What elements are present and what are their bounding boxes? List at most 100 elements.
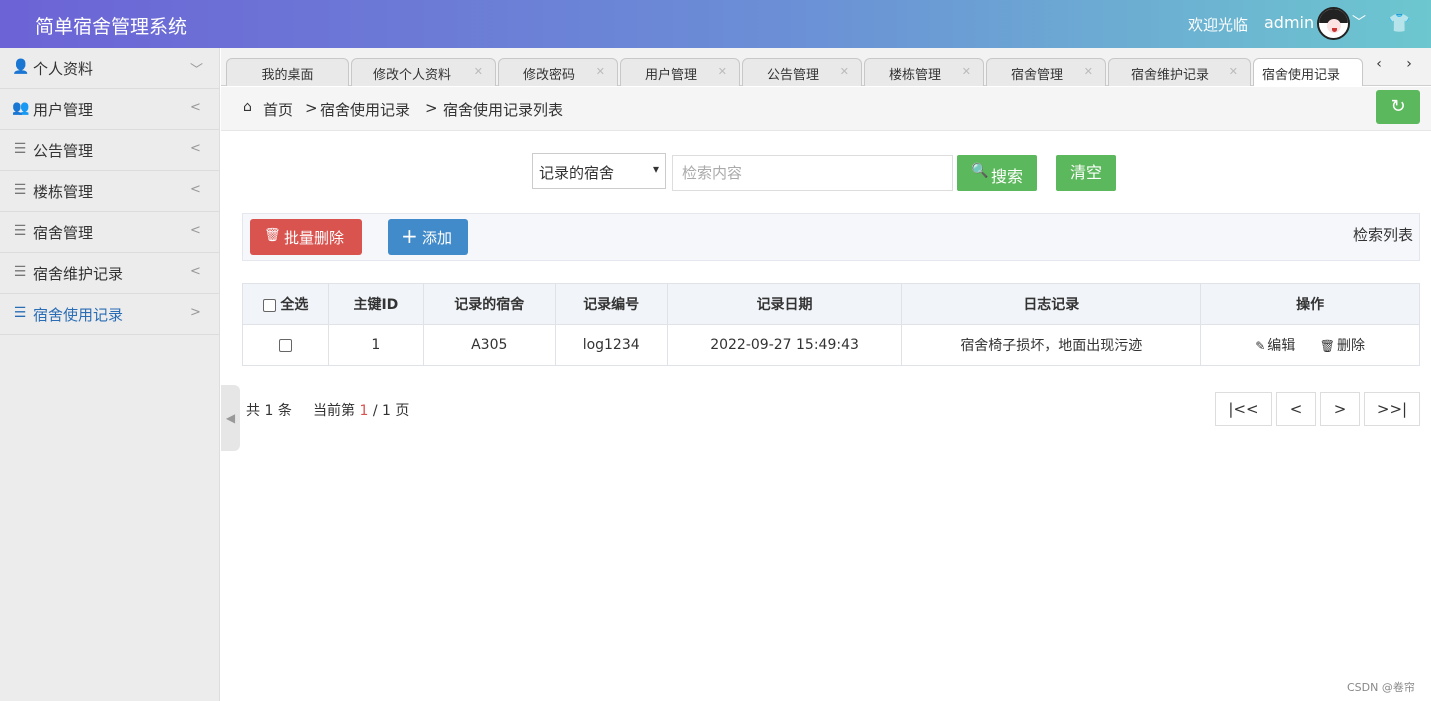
- sidebar-item-label: 宿舍管理: [33, 224, 94, 242]
- select-value: 记录的宿舍: [539, 164, 615, 182]
- app-title: 简单宿舍管理系统: [35, 16, 188, 38]
- close-icon[interactable]: ✕: [1229, 65, 1238, 78]
- cell-id: 1: [327, 324, 424, 366]
- chevron-right-icon: >: [190, 305, 201, 320]
- row-checkbox[interactable]: [278, 338, 292, 352]
- select-all-header[interactable]: 全选: [242, 283, 329, 325]
- chevron-left-icon: <: [190, 182, 201, 197]
- tab-change-password[interactable]: 修改密码 ✕: [498, 58, 618, 86]
- tab-label: 修改个人资料: [372, 68, 451, 83]
- select-all-label: 全选: [280, 297, 309, 313]
- sidebar-item-dorms[interactable]: ☰ 宿舍管理 <: [0, 212, 219, 253]
- current-page: 1: [359, 403, 369, 419]
- tab-user-management[interactable]: 用户管理 ✕: [620, 58, 740, 86]
- avatar[interactable]: [1317, 7, 1350, 40]
- tab-label: 宿舍维护记录: [1130, 68, 1209, 83]
- home-icon: ⌂: [243, 99, 252, 115]
- cell-dorm: A305: [422, 324, 556, 366]
- list-icon: ☰: [13, 223, 27, 239]
- close-icon[interactable]: ✕: [840, 65, 849, 78]
- breadcrumb-item[interactable]: 宿舍使用记录: [320, 99, 410, 120]
- tab-label: 修改密码: [522, 68, 575, 83]
- trash-icon: 🗑: [1319, 339, 1335, 353]
- tab-building-management[interactable]: 楼栋管理 ✕: [864, 58, 984, 86]
- sidebar-item-profile[interactable]: 👤 个人资料 ﹀: [0, 48, 219, 89]
- theme-shirt-icon[interactable]: 👕: [1388, 13, 1410, 34]
- edit-button[interactable]: ✎ 编辑: [1255, 338, 1295, 354]
- page-total: 共 1 条: [246, 400, 292, 420]
- sidebar-item-label: 用户管理: [33, 101, 94, 119]
- tab-scroll-right-icon[interactable]: ›: [1396, 56, 1422, 78]
- tab-label: 我的桌面: [261, 68, 314, 83]
- username[interactable]: admin: [1264, 13, 1314, 32]
- table-header-row: 全选 主键ID 记录的宿舍 记录编号 记录日期 日志记录 操作: [242, 283, 1420, 325]
- tab-edit-profile[interactable]: 修改个人资料 ✕: [351, 58, 496, 86]
- last-page-button[interactable]: >>|: [1364, 392, 1420, 426]
- chevron-down-icon[interactable]: ﹀: [1352, 12, 1366, 32]
- list-toolbar: 🗑 批量删除 + 添加 检索列表: [242, 213, 1420, 261]
- first-page-button[interactable]: |<<: [1215, 392, 1272, 426]
- top-header: 简单宿舍管理系统 欢迎光临 admin ﹀ 👕: [0, 0, 1431, 48]
- tab-scroll-left-icon[interactable]: ‹: [1366, 56, 1392, 78]
- add-button[interactable]: + 添加: [388, 219, 468, 255]
- search-field-select[interactable]: 记录的宿舍 ▾: [532, 153, 666, 189]
- column-header: 记录编号: [554, 283, 668, 325]
- tab-dorm-management[interactable]: 宿舍管理 ✕: [986, 58, 1106, 86]
- sidebar-item-label: 公告管理: [33, 142, 94, 160]
- column-header: 主键ID: [327, 283, 424, 325]
- close-icon[interactable]: ✕: [474, 65, 483, 78]
- tab-usage-records[interactable]: 宿舍使用记录: [1253, 58, 1363, 86]
- sidebar-item-notices[interactable]: ☰ 公告管理 <: [0, 130, 219, 171]
- refresh-button[interactable]: ↻: [1376, 90, 1420, 124]
- tab-label: 用户管理: [644, 68, 697, 83]
- clear-button[interactable]: 清空: [1056, 155, 1116, 191]
- tab-desktop[interactable]: 我的桌面: [226, 58, 349, 86]
- close-icon[interactable]: ✕: [962, 65, 971, 78]
- close-icon[interactable]: ✕: [1084, 65, 1093, 78]
- sidebar-item-label: 个人资料: [33, 60, 94, 78]
- plus-icon: +: [401, 224, 418, 248]
- current-prefix: 当前第: [313, 403, 355, 419]
- breadcrumb-current: 宿舍使用记录列表: [443, 101, 564, 119]
- welcome-text: 欢迎光临: [1188, 16, 1249, 34]
- prev-page-button[interactable]: <: [1276, 392, 1316, 426]
- sidebar-item-buildings[interactable]: ☰ 楼栋管理 <: [0, 171, 219, 212]
- breadcrumb-separator: >: [425, 99, 438, 117]
- breadcrumb-separator: >: [305, 99, 318, 117]
- search-input[interactable]: [672, 155, 953, 191]
- tab-label: 公告管理: [766, 68, 819, 83]
- users-icon: 👥: [12, 100, 30, 116]
- next-page-button[interactable]: >: [1320, 392, 1360, 426]
- sidebar-item-maintenance[interactable]: ☰ 宿舍维护记录 <: [0, 253, 219, 294]
- sidebar-collapse-button[interactable]: ◀: [221, 385, 240, 451]
- batch-delete-button[interactable]: 🗑 批量删除: [250, 219, 362, 255]
- chevron-left-icon: <: [190, 141, 201, 156]
- batch-delete-label: 批量删除: [284, 229, 345, 247]
- table-row: 1 A305 log1234 2022-09-27 15:49:43 宿舍椅子损…: [242, 324, 1420, 366]
- chevron-down-icon: ▾: [652, 162, 659, 176]
- list-icon: ☰: [13, 264, 27, 280]
- sidebar-item-users[interactable]: 👥 用户管理 <: [0, 89, 219, 130]
- list-icon: ☰: [13, 182, 27, 198]
- sidebar-item-usage-records[interactable]: ☰ 宿舍使用记录 >: [0, 294, 219, 335]
- delete-button[interactable]: 🗑 删除: [1320, 338, 1365, 354]
- breadcrumb-home[interactable]: 首页: [263, 99, 293, 120]
- chevron-down-icon: ﹀: [190, 63, 204, 78]
- tab-maintenance-records[interactable]: 宿舍维护记录 ✕: [1108, 58, 1251, 86]
- close-icon[interactable]: ✕: [718, 65, 727, 78]
- delete-label: 删除: [1336, 338, 1365, 354]
- caret-left-icon: ◀: [225, 411, 236, 425]
- row-select-cell: [242, 324, 329, 366]
- cell-actions: ✎ 编辑 🗑 删除: [1200, 324, 1420, 366]
- column-header: 日志记录: [901, 283, 1202, 325]
- trash-icon: 🗑: [264, 228, 281, 243]
- search-button[interactable]: 🔍 搜索: [957, 155, 1037, 191]
- cell-code: log1234: [554, 324, 668, 366]
- tab-notice-management[interactable]: 公告管理 ✕: [742, 58, 862, 86]
- user-icon: 👤: [12, 59, 30, 75]
- page-count: / 1 页: [372, 403, 410, 419]
- select-all-checkbox[interactable]: [262, 298, 276, 312]
- sidebar: 👤 个人资料 ﹀ 👥 用户管理 < ☰ 公告管理 < ☰ 楼栋管理 < ☰ 宿舍…: [0, 48, 220, 701]
- sidebar-item-label: 宿舍维护记录: [33, 265, 124, 283]
- close-icon[interactable]: ✕: [596, 65, 605, 78]
